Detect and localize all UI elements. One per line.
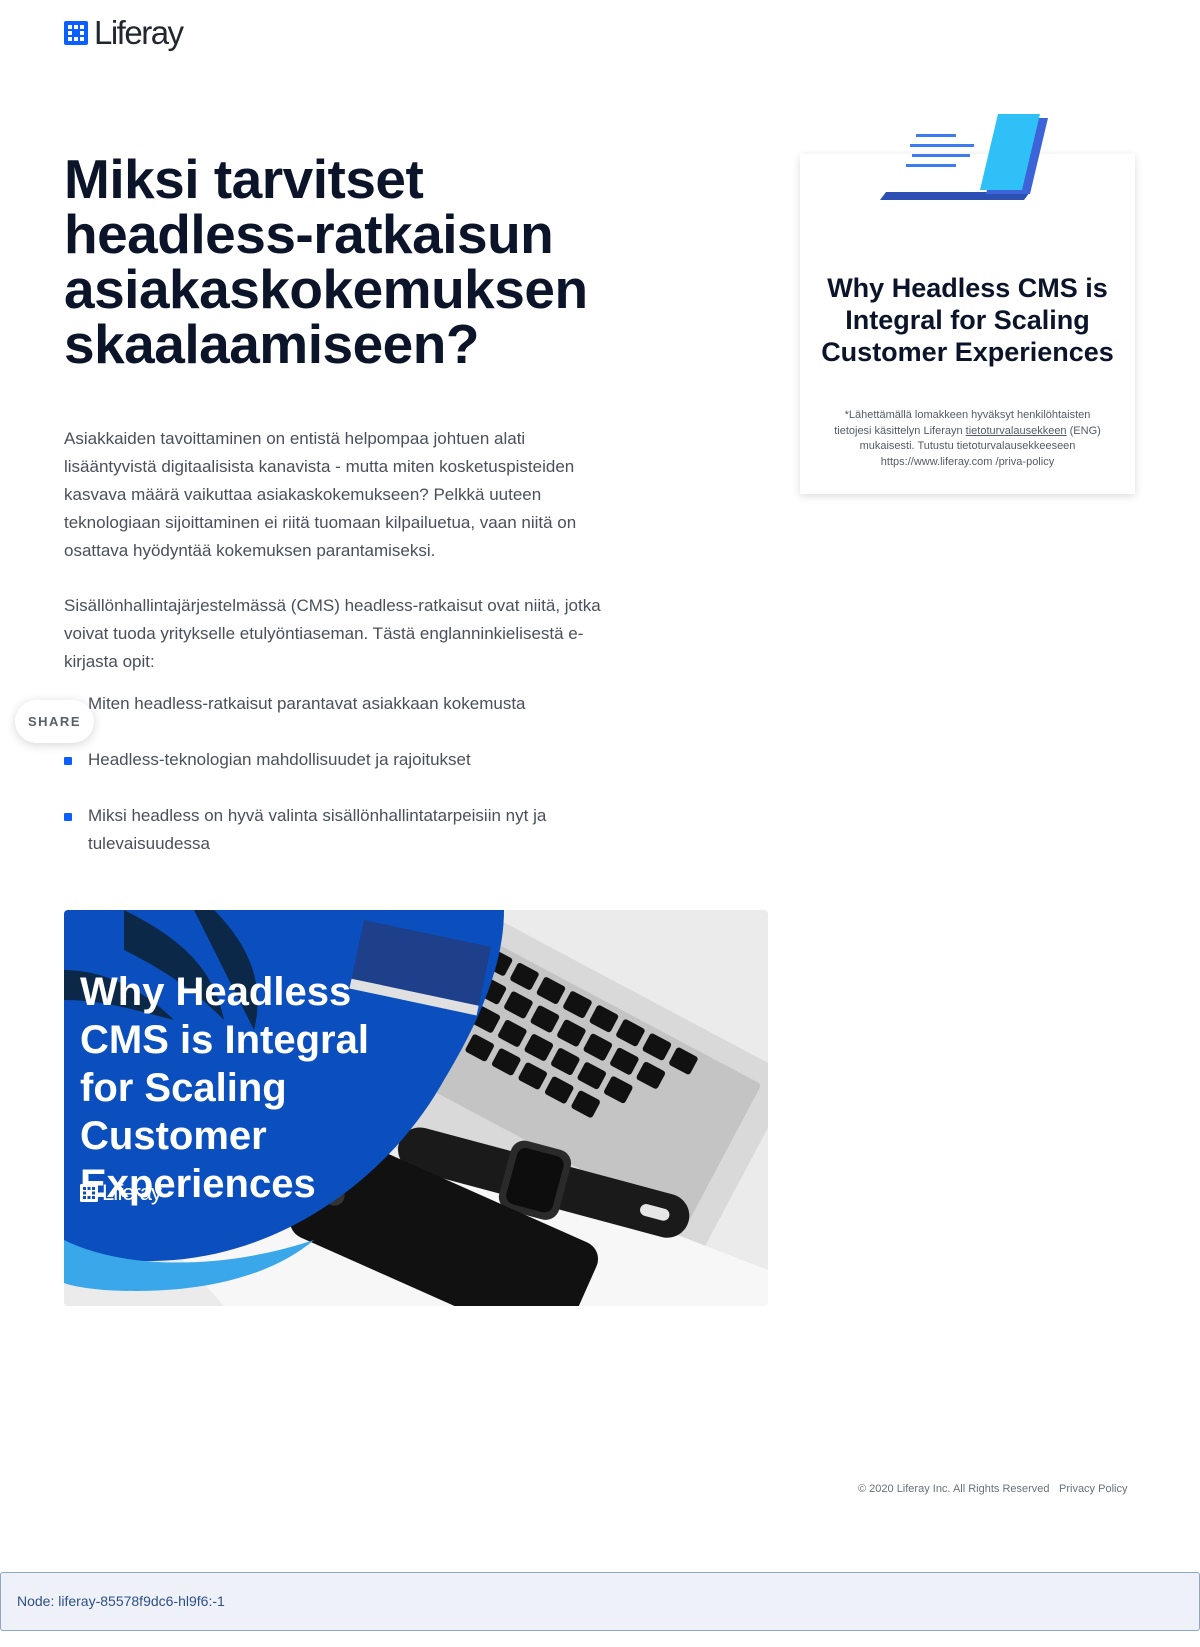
liferay-logo-icon [64,21,88,45]
ebook-cover-image: Why Headless CMS is Integral for Scaling… [64,910,768,1306]
list-item: Miksi headless on hyvä valinta sisällönh… [64,802,594,858]
cover-title: Why Headless CMS is Integral for Scaling… [80,970,369,1206]
privacy-statement-link[interactable]: tietoturvalausekkeen [966,425,1067,437]
liferay-logo-icon [80,1184,98,1202]
card-title: Why Headless CMS is Integral for Scaling… [821,273,1114,367]
cover-logo: Liferay [80,1180,162,1206]
intro-paragraph: Asiakkaiden tavoittaminen on entistä hel… [64,429,577,560]
liferay-logo[interactable]: Liferay [64,14,184,52]
footer-copyright: © 2020 Liferay Inc. All Rights Reserved [858,1483,1050,1495]
bullet-icon [64,813,72,821]
share-button[interactable]: SHARE [15,700,94,743]
benefits-list: Miten headless-ratkaisut parantavat asia… [64,690,594,886]
privacy-notice: *Lähettämällä lomakkeen hyväksyt henkilö… [834,409,1101,468]
page-title: Miksi tarvitset headless-ratkaisun asiak… [64,148,588,375]
node-id-text: Node: liferay-85578f9dc6-hl9f6:-1 [17,1593,225,1609]
bullet-icon [64,757,72,765]
node-info-bar: Node: liferay-85578f9dc6-hl9f6:-1 [0,1572,1200,1631]
lead-paragraph: Sisällönhallintajärjestelmässä (CMS) hea… [64,596,601,671]
list-item: Miten headless-ratkaisut parantavat asia… [64,690,594,718]
cover-logo-text: Liferay [102,1180,162,1205]
footer-privacy-link[interactable]: Privacy Policy [1059,1483,1127,1495]
list-item: Headless-teknologian mahdollisuudet ja r… [64,746,594,774]
document-illustration-icon [880,114,1048,200]
logo-text: Liferay [94,14,184,51]
